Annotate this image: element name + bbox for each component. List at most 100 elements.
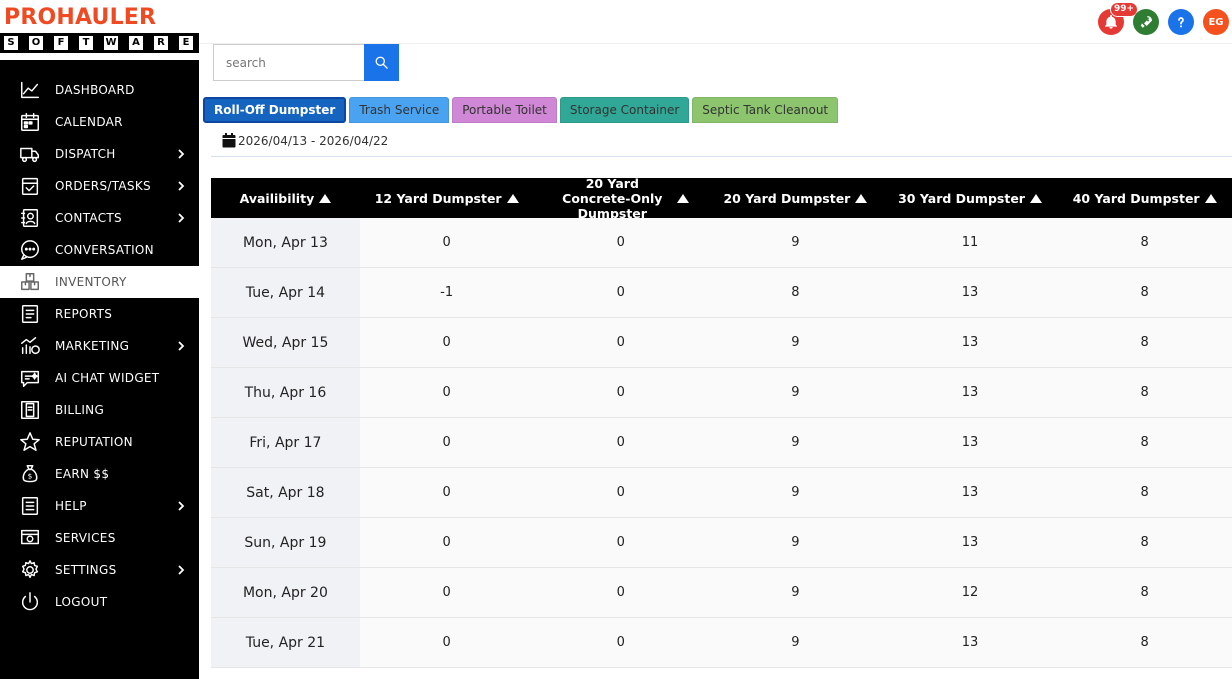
availability-cell: 0 — [533, 268, 709, 317]
checklist-icon — [19, 175, 41, 197]
table-row: Fri, Apr 17 0 0 9 13 8 — [211, 418, 1232, 468]
date-range-text: 2026/04/13 - 2026/04/22 — [238, 133, 389, 148]
tab-roll-off-dumpster[interactable]: Roll-Off Dumpster — [203, 97, 347, 123]
sort-asc-icon — [1204, 193, 1217, 203]
column-header-20-yard-dumpster[interactable]: 20 Yard Dumpster — [708, 178, 883, 218]
avatar-initials: EG — [1208, 16, 1224, 28]
boost-button[interactable] — [1133, 9, 1159, 35]
sort-asc-icon — [319, 193, 332, 203]
availability-cell: 8 — [708, 268, 883, 317]
sidebar-item-ai-chat-widget[interactable]: AI CHAT WIDGET — [0, 362, 199, 394]
availability-cell: 0 — [359, 318, 534, 367]
availability-cell: 9 — [708, 618, 883, 667]
table-row: Wed, Apr 15 0 0 9 13 8 — [211, 318, 1232, 368]
sidebar-item-help[interactable]: HELP — [0, 490, 199, 522]
sidebar-item-reports[interactable]: REPORTS — [0, 298, 199, 330]
tab-septic-tank-cleanout[interactable]: Septic Tank Cleanout — [692, 97, 839, 123]
availability-cell: 8 — [1057, 368, 1232, 417]
availability-cell: 8 — [1057, 468, 1232, 517]
chevron-right-icon — [178, 181, 185, 191]
column-header-30-yard-dumpster[interactable]: 30 Yard Dumpster — [883, 178, 1058, 218]
column-header-availibility[interactable]: Availibility — [211, 178, 360, 218]
truck-icon — [19, 143, 41, 165]
table-row: Sat, Apr 18 0 0 9 13 8 — [211, 468, 1232, 518]
row-date-cell: Sun, Apr 19 — [211, 518, 360, 567]
availability-cell: 0 — [533, 618, 709, 667]
sidebar-item-orders-tasks[interactable]: ORDERS/TASKS — [0, 170, 199, 202]
sidebar-item-contacts[interactable]: CONTACTS — [0, 202, 199, 234]
chart-line-icon — [19, 79, 41, 101]
table-body: Mon, Apr 13 0 0 9 11 8 Tue, Apr 14 -1 0 8 13 8 Wed, … — [211, 218, 1232, 668]
sidebar-item-settings[interactable]: SETTINGS — [0, 554, 199, 586]
column-header-12-yard-dumpster[interactable]: 12 Yard Dumpster — [360, 178, 534, 218]
availability-cell: 0 — [533, 568, 709, 617]
table-row: Tue, Apr 21 0 0 9 13 8 — [211, 618, 1232, 668]
availability-cell: 0 — [359, 518, 534, 567]
availability-cell: 0 — [533, 418, 709, 467]
row-date-cell: Mon, Apr 20 — [211, 568, 360, 617]
search-input[interactable] — [213, 44, 365, 81]
sidebar-item-billing[interactable]: BILLING — [0, 394, 199, 426]
availability-cell: 9 — [708, 368, 883, 417]
row-date-cell: Sat, Apr 18 — [211, 468, 360, 517]
chevron-right-icon — [178, 501, 185, 511]
marketing-icon — [19, 335, 41, 357]
table-row: Thu, Apr 16 0 0 9 13 8 — [211, 368, 1232, 418]
sidebar-item-conversation[interactable]: CONVERSATION — [0, 234, 199, 266]
sidebar-item-label: LOGOUT — [55, 595, 108, 609]
question-icon — [1178, 17, 1184, 28]
availability-cell: 13 — [882, 318, 1058, 367]
availability-cell: -1 — [359, 268, 534, 317]
calendar-icon — [222, 133, 236, 148]
calendar-icon — [19, 111, 41, 133]
report-icon — [19, 303, 41, 325]
sort-asc-icon — [855, 193, 868, 203]
sidebar-item-reputation[interactable]: REPUTATION — [0, 426, 199, 458]
help-button[interactable] — [1168, 9, 1194, 35]
table-row: Mon, Apr 13 0 0 9 11 8 — [211, 218, 1232, 268]
availability-cell: 8 — [1057, 418, 1232, 467]
notifications-button[interactable]: 99+ — [1098, 2, 1139, 35]
sidebar-item-inventory[interactable]: INVENTORY — [0, 266, 199, 298]
sidebar-item-dispatch[interactable]: DISPATCH — [0, 138, 199, 170]
chat-bubble-icon — [19, 239, 41, 261]
sidebar-item-marketing[interactable]: MARKETING — [0, 330, 199, 362]
sidebar-item-label: DISPATCH — [55, 147, 116, 161]
user-avatar[interactable]: EG — [1203, 9, 1229, 35]
availability-cell: 11 — [882, 218, 1058, 267]
sidebar-item-earn[interactable]: $ EARN $$ — [0, 458, 199, 490]
inventory-table: Availibility 12 Yard Dumpster 20 Yard Conc… — [211, 176, 1232, 668]
date-range-picker[interactable]: 2026/04/13 - 2026/04/22 — [222, 133, 388, 148]
availability-cell: 9 — [708, 468, 883, 517]
sidebar-item-label: SERVICES — [55, 531, 116, 545]
rocket-icon — [1140, 16, 1152, 28]
row-date-cell: Tue, Apr 21 — [211, 618, 360, 667]
column-header-20-yard-concrete-only-dumpster[interactable]: 20 Yard Concrete-Only Dumpster — [533, 176, 708, 221]
table-header: Availibility 12 Yard Dumpster 20 Yard Conc… — [211, 176, 1232, 221]
search-button[interactable] — [364, 44, 399, 81]
sidebar-item-calendar[interactable]: CALENDAR — [0, 106, 199, 138]
sidebar-item-label: ORDERS/TASKS — [55, 179, 151, 193]
availability-cell: 8 — [1057, 218, 1232, 267]
star-icon — [19, 431, 41, 453]
column-header-label: 40 Yard Dumpster — [1072, 190, 1200, 206]
tab-storage-container[interactable]: Storage Container — [559, 97, 690, 123]
sidebar-item-label: REPUTATION — [55, 435, 133, 449]
availability-cell: 12 — [882, 568, 1058, 617]
sidebar-item-label: SETTINGS — [55, 563, 117, 577]
column-header-40-yard-dumpster[interactable]: 40 Yard Dumpster — [1057, 178, 1232, 218]
availability-cell: 0 — [533, 318, 709, 367]
tab-trash-service[interactable]: Trash Service — [349, 97, 450, 123]
tab-portable-toilet[interactable]: Portable Toilet — [452, 97, 557, 123]
availability-cell: 8 — [1057, 268, 1232, 317]
sidebar: PROHAULER SOFTWARE DASHBOARD CALENDAR DISP… — [0, 0, 199, 679]
column-header-label: 20 Yard Dumpster — [723, 190, 851, 206]
brand-logo[interactable]: PROHAULER SOFTWARE — [0, 0, 199, 60]
chevron-right-icon — [178, 565, 185, 575]
sidebar-item-logout[interactable]: LOGOUT — [0, 586, 199, 618]
sidebar-item-dashboard[interactable]: DASHBOARD — [0, 74, 199, 106]
sidebar-item-label: CALENDAR — [55, 115, 123, 129]
sidebar-item-label: CONVERSATION — [55, 243, 154, 257]
sidebar-item-services[interactable]: SERVICES — [0, 522, 199, 554]
sidebar-item-label: CONTACTS — [55, 211, 122, 225]
